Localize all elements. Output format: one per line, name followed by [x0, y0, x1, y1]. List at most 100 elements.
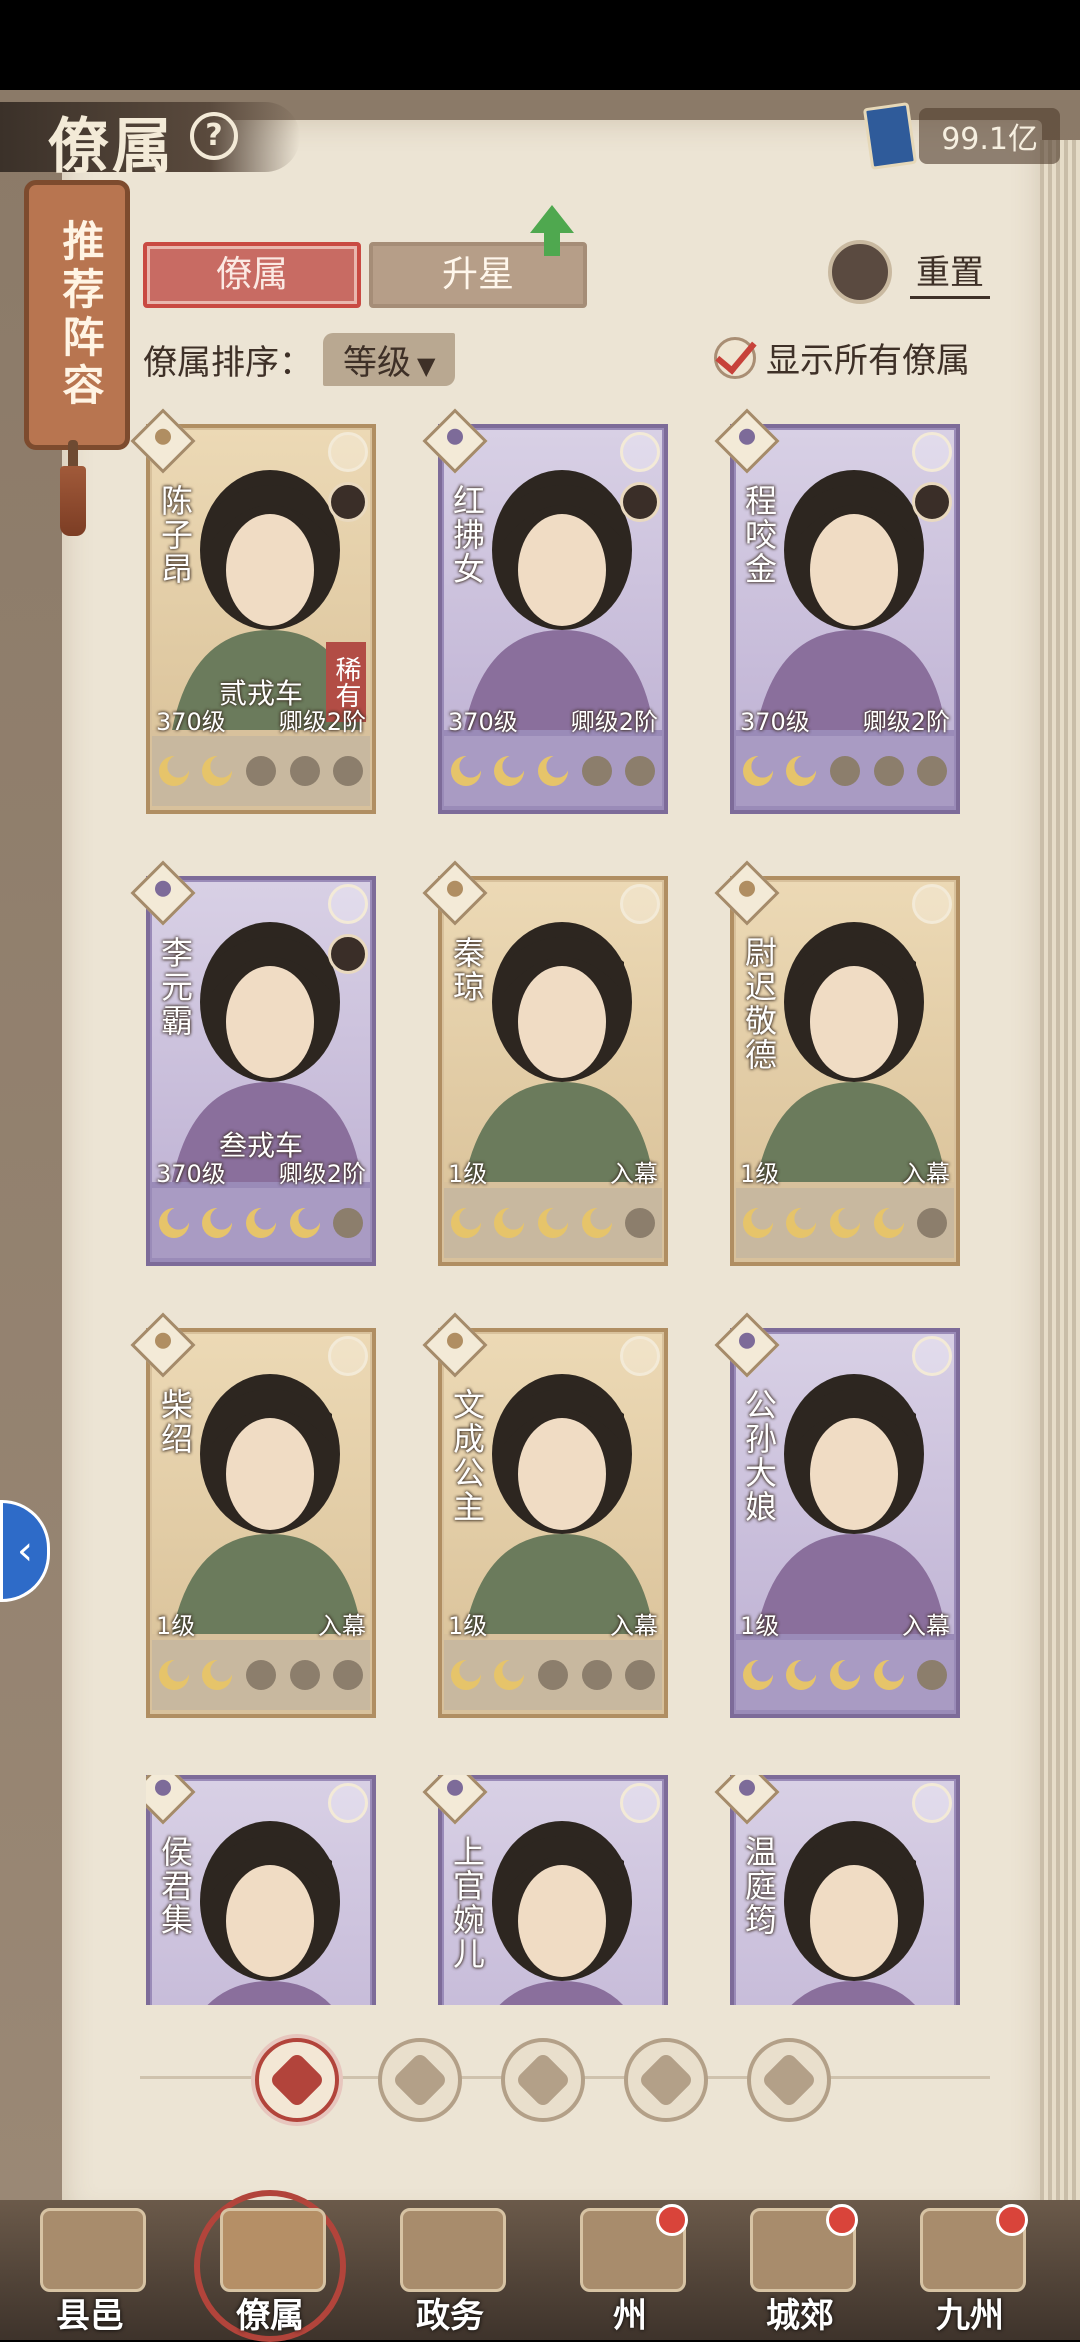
- nav-label: 九州: [936, 2296, 1004, 2336]
- help-icon[interactable]: ?: [190, 112, 238, 160]
- moon-star-filled-icon: [202, 1660, 233, 1690]
- retainer-card[interactable]: 温庭筠: [714, 1775, 960, 2005]
- retainer-name: 公孙大娘: [740, 1388, 778, 1524]
- retainer-card[interactable]: 秦琼 1级 入幕: [422, 860, 668, 1266]
- retainer-level: 1级: [740, 1160, 780, 1188]
- retainer-grid-partial-row: 侯君集 上官婉儿 温庭筠: [146, 1775, 966, 2005]
- nav-label: 僚属: [236, 2296, 304, 2336]
- nav-item-3[interactable]: 州: [550, 2200, 710, 2340]
- reset-button[interactable]: 重置: [828, 240, 990, 304]
- filter-all-button[interactable]: [255, 2038, 339, 2122]
- retainer-card[interactable]: 尉迟敬德 1级 入幕: [714, 860, 960, 1266]
- upgrade-arrow-icon: [530, 205, 574, 233]
- retainer-card[interactable]: 陈子昂 贰戎车 稀有 370级 卿级2阶: [130, 408, 376, 814]
- class-emblem-core: [443, 877, 467, 901]
- retainer-card[interactable]: 公孙大娘 1级 入幕: [714, 1312, 960, 1718]
- moon-star-filled-icon: [158, 1208, 189, 1238]
- partner-avatar: [912, 482, 952, 522]
- retainer-card[interactable]: 上官婉儿: [422, 1775, 668, 2005]
- star-rating: [152, 1188, 370, 1258]
- weapon-type-icon: [328, 1783, 368, 1823]
- moon-star-filled-icon: [873, 1660, 904, 1690]
- moon-star-empty-icon: [917, 1208, 948, 1238]
- class-emblem-core: [443, 1776, 467, 1800]
- nav-item-0[interactable]: 县邑: [10, 2200, 170, 2340]
- tab-retainers[interactable]: 僚属: [143, 242, 361, 308]
- moon-star-empty-icon: [333, 1208, 364, 1238]
- nav-item-1[interactable]: 僚属: [190, 2190, 350, 2342]
- sort-dropdown[interactable]: 等级 ▼: [323, 333, 456, 386]
- filter-class-3-button[interactable]: [624, 2038, 708, 2122]
- portrait-illustration: [464, 922, 654, 1182]
- filter-class-4-button[interactable]: [747, 2038, 831, 2122]
- nav-item-2[interactable]: 政务: [370, 2200, 530, 2340]
- notification-dot-icon: [996, 2204, 1028, 2236]
- retainer-card[interactable]: 侯君集: [146, 1775, 376, 2005]
- retainer-card[interactable]: 程咬金 370级 卿级2阶: [714, 408, 960, 814]
- class-emblem-3-icon: [637, 2051, 695, 2109]
- nav-label: 州: [613, 2296, 647, 2336]
- moon-star-filled-icon: [202, 1208, 233, 1238]
- affairs-documents-icon: [400, 2208, 506, 2292]
- show-all-label: 显示所有僚属: [766, 341, 970, 381]
- retainer-rank: 入幕: [610, 1612, 658, 1640]
- retainer-level: 370级: [448, 708, 518, 736]
- partner-avatar: [328, 934, 368, 974]
- class-emblem-core: [735, 1776, 759, 1800]
- weapon-type-icon: [620, 432, 660, 472]
- class-emblem-core: [151, 1329, 175, 1353]
- retainer-card[interactable]: 红拂女 370级 卿级2阶: [422, 408, 668, 814]
- nav-label: 城郊: [766, 2296, 834, 2336]
- moon-star-empty-icon: [289, 756, 320, 786]
- moon-star-filled-icon: [786, 1208, 817, 1238]
- retainer-card[interactable]: 柴绍 1级 入幕: [130, 1312, 376, 1718]
- nav-item-4[interactable]: 城郊: [720, 2200, 880, 2340]
- reset-label: 重置: [910, 245, 990, 299]
- moon-star-filled-icon: [581, 1208, 612, 1238]
- moon-star-filled-icon: [494, 1660, 525, 1690]
- retainer-name: 尉迟敬德: [740, 936, 778, 1072]
- retainer-level: 370级: [156, 708, 226, 736]
- card-info-row: 1级 入幕: [444, 1154, 662, 1188]
- nav-item-5[interactable]: 九州: [890, 2200, 1050, 2340]
- moon-star-filled-icon: [245, 1208, 276, 1238]
- nav-label: 县邑: [56, 2296, 124, 2336]
- filter-class-1-button[interactable]: [378, 2038, 462, 2122]
- retainer-name: 温庭筠: [740, 1835, 778, 1937]
- currency-display[interactable]: 99.1亿: [863, 102, 1060, 170]
- tab-bar: 僚属 升星: [143, 242, 595, 308]
- weapon-type-icon: [620, 884, 660, 924]
- retainer-rank: 入幕: [610, 1160, 658, 1188]
- retainer-level: 1级: [740, 1612, 780, 1640]
- tassel-decoration: [58, 440, 88, 540]
- retainer-name: 侯君集: [156, 1835, 194, 1937]
- filter-class-2-button[interactable]: [501, 2038, 585, 2122]
- diamond-icon: [268, 2051, 326, 2109]
- moon-star-empty-icon: [625, 1660, 656, 1690]
- sort-value: 等级: [343, 343, 411, 383]
- book-currency-icon: [863, 102, 918, 170]
- star-rating: [736, 1640, 954, 1710]
- retainer-name: 柴绍: [156, 1388, 194, 1456]
- bottom-navigation: 县邑 僚属 政务 州 城郊 九州: [0, 2190, 1080, 2342]
- moon-star-empty-icon: [625, 1208, 656, 1238]
- card-info-row: 1级 入幕: [152, 1606, 370, 1640]
- class-emblem-core: [151, 1776, 175, 1800]
- currency-amount: 99.1亿: [919, 108, 1060, 164]
- sort-control: 僚属排序： 等级 ▼: [143, 333, 456, 386]
- class-emblem-core: [735, 1329, 759, 1353]
- notification-dot-icon: [826, 2204, 858, 2236]
- show-all-toggle[interactable]: 显示所有僚属: [714, 333, 970, 382]
- retainer-card[interactable]: 李元霸 叁戎车 370级 卿级2阶: [130, 860, 376, 1266]
- retainer-card[interactable]: 文成公主 1级 入幕: [422, 1312, 668, 1718]
- recommend-lineup-button[interactable]: 推荐阵容: [24, 180, 130, 450]
- retainer-name: 上官婉儿: [448, 1835, 486, 1971]
- class-emblem-core: [443, 425, 467, 449]
- page-title: 僚属: [48, 112, 176, 182]
- star-rating: [152, 1640, 370, 1710]
- moon-star-filled-icon: [786, 756, 817, 786]
- card-info-row: 370级 卿级2阶: [152, 702, 370, 736]
- partner-avatar: [328, 482, 368, 522]
- moon-star-filled-icon: [873, 1208, 904, 1238]
- card-info-row: 370级 卿级2阶: [152, 1154, 370, 1188]
